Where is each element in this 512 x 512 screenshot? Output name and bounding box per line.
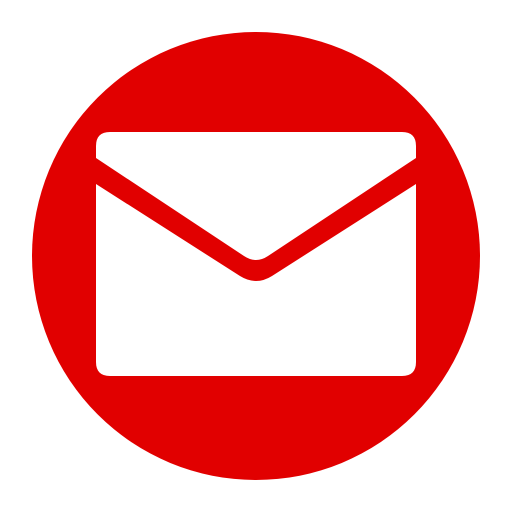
mail-envelope-icon[interactable] [0, 0, 512, 512]
app-icon-canvas [0, 0, 512, 512]
